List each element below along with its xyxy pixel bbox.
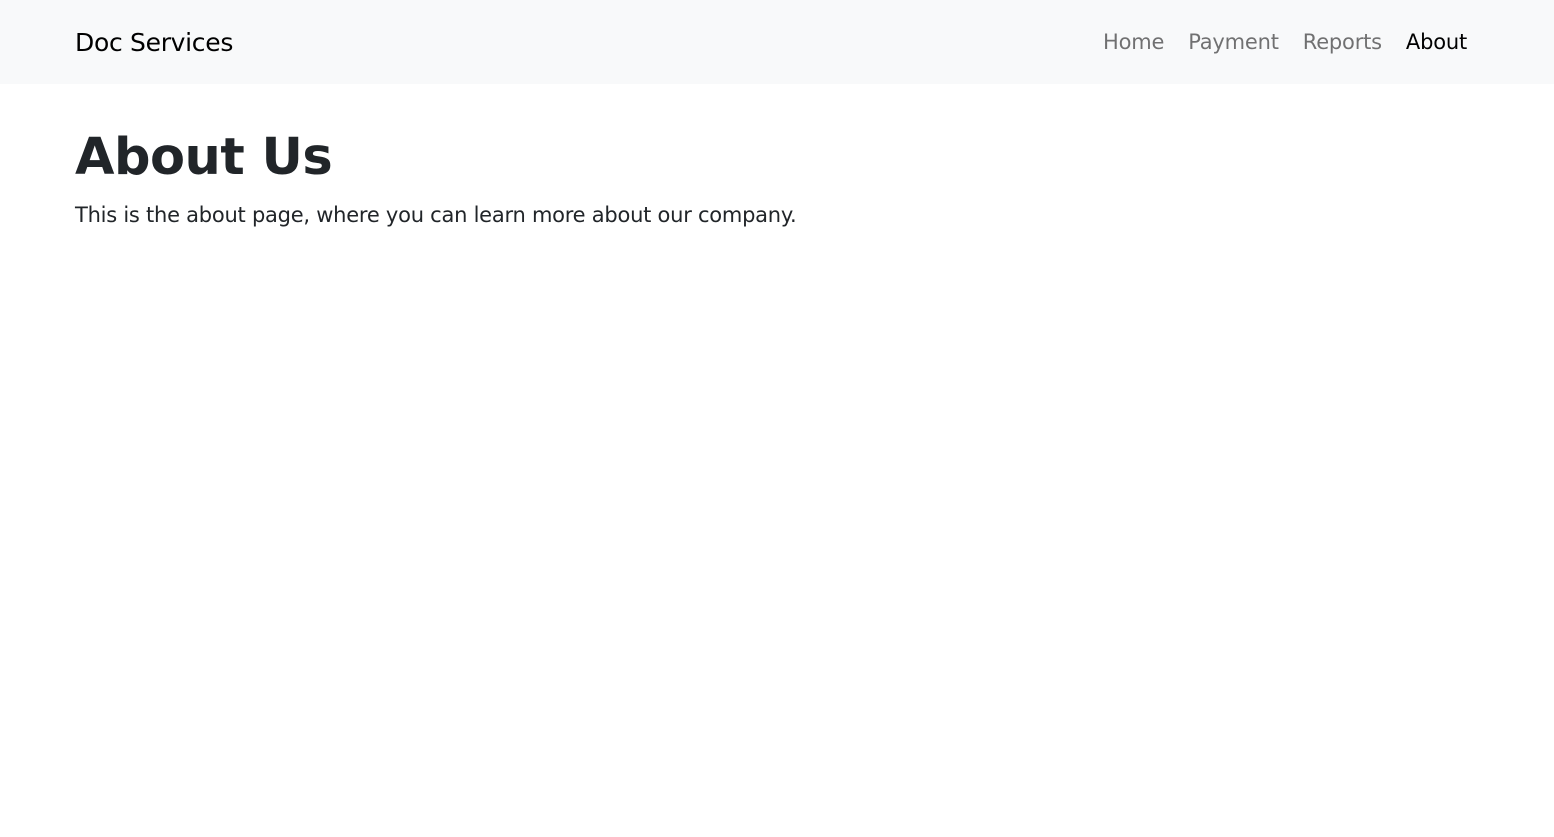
nav-link-home[interactable]: Home	[1103, 30, 1164, 54]
nav-item-payment: Payment	[1188, 30, 1279, 54]
page-title: About Us	[75, 128, 333, 187]
nav-link-payment[interactable]: Payment	[1188, 30, 1279, 54]
main-content: About Us This is the about page, where y…	[0, 84, 1554, 232]
page-description: This is the about page, where you can le…	[75, 203, 797, 228]
nav-item-reports: Reports	[1303, 30, 1382, 54]
nav-links: Home Payment Reports About	[1079, 30, 1467, 54]
top-navbar: Doc Services Home Payment Reports About	[0, 0, 1554, 84]
nav-item-home: Home	[1103, 30, 1164, 54]
nav-link-reports[interactable]: Reports	[1303, 30, 1382, 54]
nav-link-about[interactable]: About	[1406, 30, 1467, 54]
nav-item-about: About	[1406, 30, 1467, 54]
brand-link[interactable]: Doc Services	[75, 28, 233, 57]
